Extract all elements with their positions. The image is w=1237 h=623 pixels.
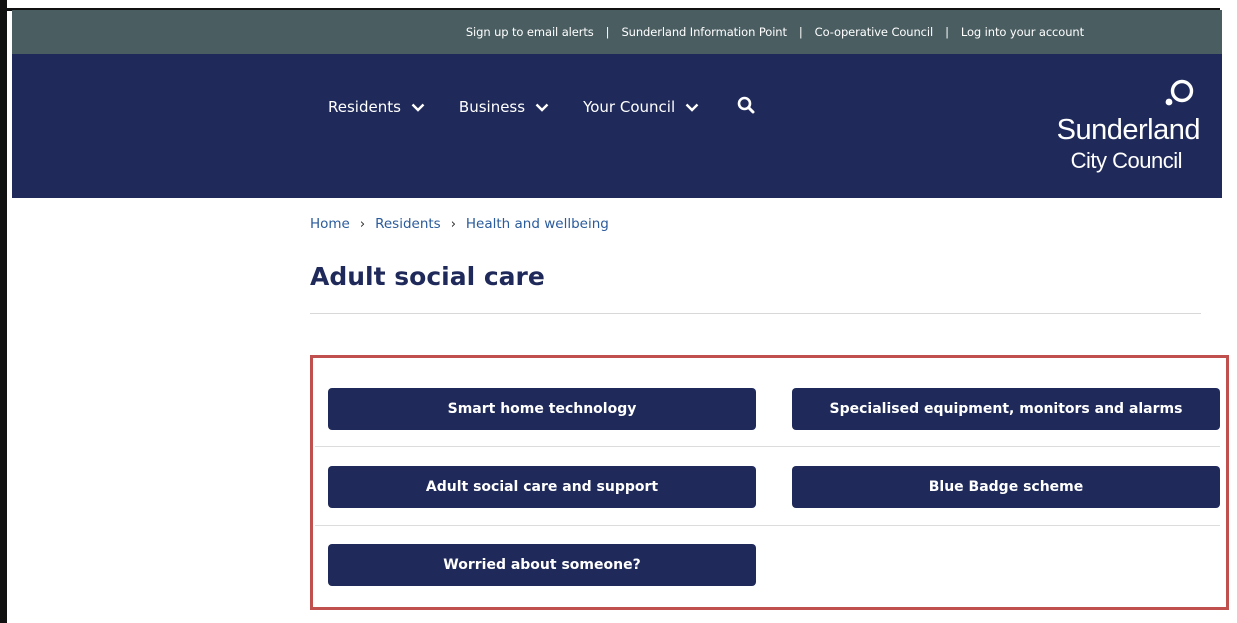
nav-residents[interactable]: Residents — [328, 98, 425, 116]
logo-text-city-council: City Council — [1070, 148, 1183, 173]
nav-your-council-label: Your Council — [583, 98, 676, 116]
chevron-down-icon — [535, 103, 549, 112]
login-link[interactable]: Log into your account — [961, 25, 1084, 39]
nav-residents-label: Residents — [328, 98, 401, 116]
separator: | — [798, 25, 803, 39]
breadcrumb-separator: › — [450, 216, 456, 232]
co-operative-council-link[interactable]: Co-operative Council — [815, 25, 934, 39]
utility-links: Sign up to email alerts | Sunderland Inf… — [466, 25, 1084, 39]
nav-business[interactable]: Business — [459, 98, 549, 116]
logo-text-sunderland: Sunderland — [1056, 114, 1201, 146]
breadcrumb-health-wellbeing[interactable]: Health and wellbeing — [466, 216, 609, 232]
main-nav: Residents Business Your Council — [328, 96, 755, 118]
council-logo[interactable]: Sunderland City Council — [1020, 78, 1201, 178]
row-divider — [315, 446, 1220, 447]
page-title: Adult social care — [310, 262, 545, 291]
chevron-down-icon — [685, 103, 699, 112]
smart-home-technology-button[interactable]: Smart home technology — [328, 388, 756, 430]
breadcrumb-residents[interactable]: Residents — [375, 216, 441, 232]
separator: | — [945, 25, 949, 39]
blue-badge-scheme-button[interactable]: Blue Badge scheme — [792, 466, 1220, 508]
worried-about-someone-button[interactable]: Worried about someone? — [328, 544, 756, 586]
row-divider — [315, 525, 1220, 526]
nav-business-label: Business — [458, 98, 526, 116]
utility-bar: Sign up to email alerts | Sunderland Inf… — [12, 10, 1222, 54]
screenshot-border-left — [0, 0, 7, 623]
logo-mark-icon — [1165, 79, 1194, 106]
main-header: Residents Business Your Council Sunderla… — [12, 54, 1222, 198]
chevron-down-icon — [411, 103, 425, 112]
separator: | — [605, 25, 610, 39]
email-alerts-link[interactable]: Sign up to email alerts — [466, 25, 594, 39]
specialised-equipment-button[interactable]: Specialised equipment, monitors and alar… — [792, 388, 1220, 430]
search-button[interactable] — [737, 96, 755, 118]
breadcrumb-home[interactable]: Home — [310, 216, 350, 232]
adult-social-care-support-button[interactable]: Adult social care and support — [328, 466, 756, 508]
information-point-link[interactable]: Sunderland Information Point — [621, 25, 787, 39]
title-divider — [310, 313, 1201, 314]
search-icon — [737, 96, 755, 114]
nav-your-council[interactable]: Your Council — [583, 98, 699, 116]
breadcrumb: Home › Residents › Health and wellbeing — [310, 216, 609, 232]
breadcrumb-separator: › — [359, 216, 366, 232]
